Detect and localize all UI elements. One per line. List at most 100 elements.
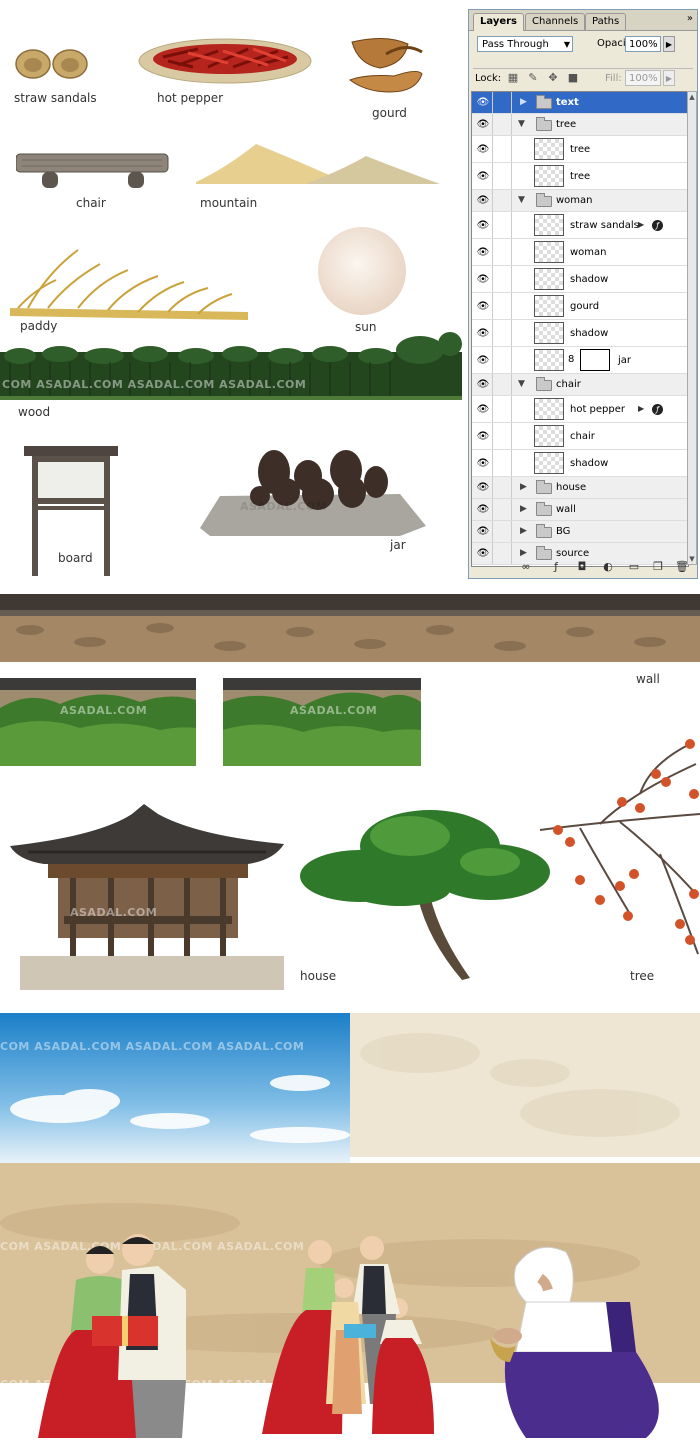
lock-position-icon[interactable]: ✥ [547,72,559,84]
layer-effects-icon[interactable]: ƒ [652,220,663,231]
eye-icon[interactable]: 👁 [474,266,493,292]
wood-label: wood [18,405,51,419]
tab-layers[interactable]: Layers [473,13,524,31]
panel-menu-icon[interactable]: » [687,13,693,24]
layer-row[interactable]: 👁 tree [472,163,688,190]
layer-group-row[interactable]: 👁 ▶ text [472,92,688,114]
layer-link-slot[interactable] [493,212,512,238]
layer-row[interactable]: 👁 woman [472,239,688,266]
new-layer-icon[interactable]: ❐ [651,560,665,574]
fill-input[interactable]: 100% [625,70,661,86]
layer-row[interactable]: 👁 ▶ ƒ hot pepper [472,396,688,423]
layer-list-scrollbar[interactable]: ▲ ▼ [687,91,697,565]
layer-link-slot[interactable] [493,239,512,265]
eye-icon[interactable]: 👁 [474,423,493,449]
layer-link-slot[interactable] [493,347,512,373]
layer-mask-thumbnail[interactable] [580,349,610,371]
tab-channels[interactable]: Channels [525,13,586,30]
effects-expand-icon[interactable]: ▶ [638,220,644,229]
eye-icon[interactable]: 👁 [474,92,493,113]
new-group-icon[interactable]: ▭ [627,560,641,574]
watermark: ASADAL.COM [70,906,158,919]
collapse-triangle-icon[interactable]: ▼ [518,195,525,205]
layer-link-slot[interactable] [493,114,512,135]
expand-triangle-icon[interactable]: ▶ [520,504,527,514]
eye-icon[interactable]: 👁 [474,499,493,520]
eye-icon[interactable]: 👁 [474,477,493,498]
add-mask-icon[interactable]: ◘ [575,560,589,574]
expand-triangle-icon[interactable]: ▶ [520,526,527,536]
expand-triangle-icon[interactable]: ▶ [520,548,527,558]
link-layers-icon[interactable]: ∞ [519,560,533,574]
layer-group-row[interactable]: 👁 ▶ BG [472,521,688,543]
layer-row[interactable]: 👁 gourd [472,293,688,320]
layer-group-row[interactable]: 👁 ▼ woman [472,190,688,212]
layer-name: shadow [570,328,609,339]
eye-icon[interactable]: 👁 [474,521,493,542]
eye-icon[interactable]: 👁 [474,347,493,373]
eye-icon[interactable]: 👁 [474,374,493,395]
eye-icon[interactable]: 👁 [474,190,493,211]
opacity-input[interactable]: 100% [625,36,661,52]
scroll-up-icon[interactable]: ▲ [688,92,696,102]
layer-row[interactable]: 👁 ▶ ƒ straw sandals [472,212,688,239]
layer-link-slot[interactable] [493,499,512,520]
layer-link-slot[interactable] [493,477,512,498]
layer-link-slot[interactable] [493,374,512,395]
layer-link-slot[interactable] [493,320,512,346]
layer-link-slot[interactable] [493,423,512,449]
layer-row[interactable]: 👁 shadow [472,266,688,293]
adjustment-layer-icon[interactable]: ◐ [601,560,615,574]
layer-link-slot[interactable] [493,92,512,113]
layer-row[interactable]: 👁 8 jar [472,347,688,374]
tab-paths[interactable]: Paths [585,13,627,30]
layer-link-slot[interactable] [493,163,512,189]
layer-name: woman [570,247,607,258]
layer-group-row[interactable]: 👁 ▼ chair [472,374,688,396]
lock-all-icon[interactable]: ■ [567,72,579,84]
eye-icon[interactable]: 👁 [474,163,493,189]
blend-mode-select[interactable]: Pass Through ▼ [477,36,573,52]
layer-style-icon[interactable]: ƒ [549,560,563,574]
layer-link-slot[interactable] [493,450,512,476]
opacity-slider-button[interactable]: ▶ [663,36,675,52]
expand-triangle-icon[interactable]: ▶ [520,97,527,107]
layer-group-row[interactable]: 👁 ▼ tree [472,114,688,136]
layer-row[interactable]: 👁 shadow [472,450,688,477]
panel-tab-bar: Layers Channels Paths » [469,10,697,31]
eye-icon[interactable]: 👁 [474,320,493,346]
fill-slider-button[interactable]: ▶ [663,70,675,86]
layer-link-slot[interactable] [493,521,512,542]
eye-icon[interactable]: 👁 [474,396,493,422]
layer-name: tree [570,144,591,155]
layer-link-slot[interactable] [493,266,512,292]
eye-icon[interactable]: 👁 [474,450,493,476]
lock-transparency-icon[interactable]: ▦ [507,72,519,84]
collapse-triangle-icon[interactable]: ▼ [518,119,525,129]
eye-icon[interactable]: 👁 [474,136,493,162]
folder-icon [536,502,552,516]
watermark: ASADAL.COM [290,704,378,717]
folder-icon [536,95,552,109]
layer-row[interactable]: 👁 shadow [472,320,688,347]
lock-pixels-icon[interactable]: ✎ [527,72,539,84]
effects-expand-icon[interactable]: ▶ [638,404,644,413]
layer-group-row[interactable]: 👁 ▶ wall [472,499,688,521]
eye-icon[interactable]: 👁 [474,212,493,238]
mask-link-icon[interactable]: 8 [568,354,574,365]
eye-icon[interactable]: 👁 [474,239,493,265]
layer-effects-icon[interactable]: ƒ [652,404,663,415]
layer-group-row[interactable]: 👁 ▶ house [472,477,688,499]
layer-row[interactable]: 👁 chair [472,423,688,450]
eye-icon[interactable]: 👁 [474,293,493,319]
layer-link-slot[interactable] [493,293,512,319]
layer-link-slot[interactable] [493,190,512,211]
expand-triangle-icon[interactable]: ▶ [520,482,527,492]
delete-layer-icon[interactable]: 🗑 [675,560,689,574]
eye-icon[interactable]: 👁 [474,114,493,135]
layer-link-slot[interactable] [493,396,512,422]
layer-link-slot[interactable] [493,136,512,162]
family-image [262,1236,434,1434]
collapse-triangle-icon[interactable]: ▼ [518,379,525,389]
layer-row[interactable]: 👁 tree [472,136,688,163]
